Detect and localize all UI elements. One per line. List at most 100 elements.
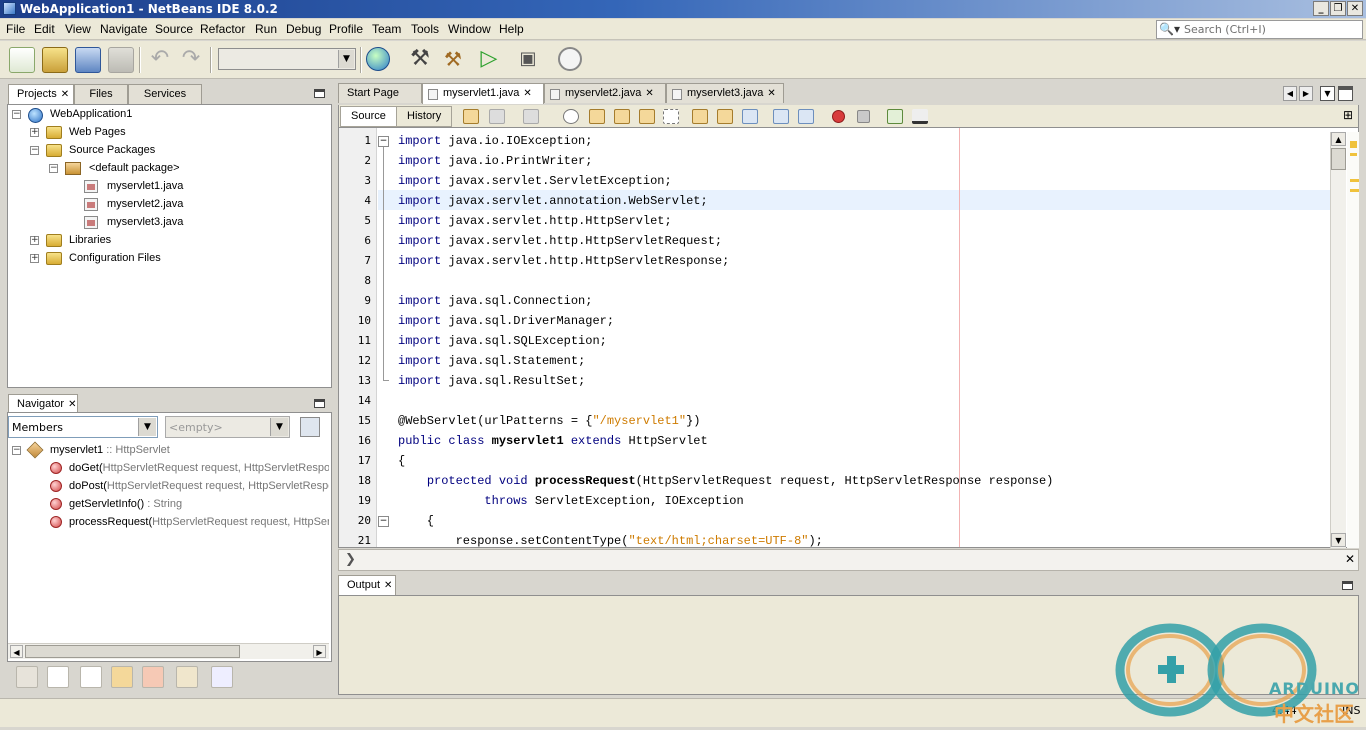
tab-services[interactable]: Services [128,84,202,104]
new-project-icon[interactable] [42,47,68,73]
menu-navigate[interactable]: Navigate [100,22,147,36]
uncomment-icon[interactable] [912,109,928,124]
collapse-icon[interactable]: − [49,164,58,173]
close-window-button[interactable]: ✕ [1347,1,1363,16]
next-bookmark-icon[interactable] [717,109,733,124]
code-line[interactable]: { [398,451,405,471]
tree-item-myservlet1[interactable]: myservlet1.java [107,177,183,195]
collapse-icon[interactable]: − [12,110,21,119]
comment-icon[interactable] [887,109,903,124]
menu-window[interactable]: Window [448,22,491,36]
tree-item-default-package[interactable]: <default package> [89,159,180,177]
scroll-thumb[interactable] [25,645,240,658]
tree-item-myservlet3[interactable]: myservlet3.java [107,213,183,231]
code-line[interactable]: @WebServlet(urlPatterns = {"/myservlet1"… [398,411,700,431]
browser-globe-icon[interactable] [366,47,390,71]
navigator-member-processrequest[interactable]: processRequest(HttpServletRequest reques… [69,513,329,531]
menu-source[interactable]: Source [155,22,193,36]
menu-run[interactable]: Run [255,22,277,36]
record-macro-icon[interactable] [832,110,845,123]
code-line[interactable]: import java.io.PrintWriter; [398,151,592,171]
sort-position-icon[interactable] [243,666,265,688]
forward-icon[interactable] [523,109,539,124]
save-all-icon[interactable] [108,47,134,73]
debug-icon[interactable]: ▣ [515,47,541,73]
close-icon[interactable]: ✕ [523,88,531,99]
navigator-member-doget[interactable]: doGet(HttpServletRequest request, HttpSe… [69,459,329,477]
restore-button[interactable]: ❐ [1330,1,1346,16]
code-line[interactable]: throws ServletException, IOException [398,491,743,511]
new-file-icon[interactable] [9,47,35,73]
filter-static-icon[interactable] [80,666,102,688]
navigator-member-dopost[interactable]: doPost(HttpServletRequest request, HttpS… [69,477,329,495]
menu-tools[interactable]: Tools [411,22,439,36]
code-fold-icon[interactable]: − [378,136,389,147]
close-icon[interactable]: ✕ [1345,552,1355,566]
expand-icon[interactable]: + [30,128,39,137]
tab-start-page[interactable]: Start Page [338,83,422,103]
warning-mark[interactable] [1350,179,1359,182]
minimize-panel-icon[interactable] [314,89,325,98]
split-editor-icon[interactable]: ⊞ [1343,109,1356,122]
tab-projects[interactable]: Projects ✕ [8,84,74,105]
scroll-thumb[interactable] [1331,148,1346,170]
warning-mark[interactable] [1350,153,1357,156]
toggle-highlight-icon[interactable] [639,109,655,124]
stop-macro-icon[interactable] [857,110,870,123]
filter-inherited-icon[interactable] [16,666,38,688]
code-line[interactable]: { [398,511,434,531]
collapse-icon[interactable]: − [12,446,21,455]
menu-view[interactable]: View [65,22,91,36]
toggle-bookmark-icon[interactable] [742,109,758,124]
redo-icon[interactable]: ↷ [178,47,204,73]
code-line[interactable]: import java.sql.Statement; [398,351,585,371]
menu-debug[interactable]: Debug [286,22,321,36]
filter-inner-icon[interactable] [176,666,198,688]
configuration-select[interactable]: ▼ [218,48,356,70]
code-editor[interactable]: 1 2 3 4 5 6 7 8 9 10 11 12 13 14 15 16 17 18 19 20 21 import… [338,127,1359,548]
tree-item-libraries[interactable]: Libraries [69,231,111,249]
code-line[interactable]: protected void processRequest(HttpServle… [398,471,1054,491]
code-line[interactable]: import javax.servlet.http.HttpServletRes… [398,251,729,271]
minimize-panel-icon[interactable] [314,399,325,408]
profile-gauge-icon[interactable] [558,47,582,71]
search-input[interactable]: 🔍▾ Search (Ctrl+I) [1156,20,1363,39]
find-next-icon[interactable] [614,109,630,124]
last-edit-icon[interactable] [463,109,479,124]
code-line[interactable]: import java.io.IOException; [398,131,592,151]
tree-item-project[interactable]: WebApplication1 [50,105,132,123]
menu-file[interactable]: File [6,22,25,36]
find-previous-icon[interactable] [589,109,605,124]
navigator-root-class[interactable]: myservlet1 :: HttpServlet [50,441,170,459]
scroll-right-icon[interactable]: ▶ [313,645,326,658]
tree-item-source-packages[interactable]: Source Packages [69,141,155,159]
menu-team[interactable]: Team [372,22,401,36]
toggle-rect-selection-icon[interactable] [663,109,679,124]
code-line[interactable]: import java.sql.DriverManager; [398,311,614,331]
close-icon[interactable]: ✕ [384,580,392,591]
expand-icon[interactable]: + [30,236,39,245]
filter-fields-icon[interactable] [47,666,69,688]
menu-help[interactable]: Help [499,22,524,36]
tab-output[interactable]: Output ✕ [338,575,396,596]
undo-icon[interactable]: ↶ [147,47,173,73]
clean-build-icon[interactable]: ⚒ [440,47,466,73]
secondary-select[interactable]: <empty> ▼ [165,416,290,438]
maximize-icon[interactable] [1338,86,1353,101]
tree-item-myservlet2[interactable]: myservlet2.java [107,195,183,213]
panel-layout-icon[interactable] [300,417,320,437]
close-icon[interactable]: ✕ [61,89,69,100]
editor-vertical-scrollbar[interactable]: ▲ ▼ [1330,132,1346,548]
tab-myservlet1[interactable]: myservlet1.java ✕ [422,83,544,104]
code-line[interactable]: import javax.servlet.ServletException; [398,171,672,191]
build-hammer-icon[interactable]: ⚒ [407,47,433,73]
minimize-panel-icon[interactable] [1342,581,1353,590]
breadcrumb-chevron-icon[interactable]: ❯ [345,552,356,567]
menu-refactor[interactable]: Refactor [200,22,245,36]
code-line[interactable]: import javax.servlet.http.HttpServletReq… [398,231,722,251]
code-line[interactable]: import java.sql.Connection; [398,291,592,311]
open-project-icon[interactable] [75,47,101,73]
menu-profile[interactable]: Profile [329,22,363,36]
close-icon[interactable]: ✕ [767,88,775,99]
close-icon[interactable]: ✕ [645,88,653,99]
